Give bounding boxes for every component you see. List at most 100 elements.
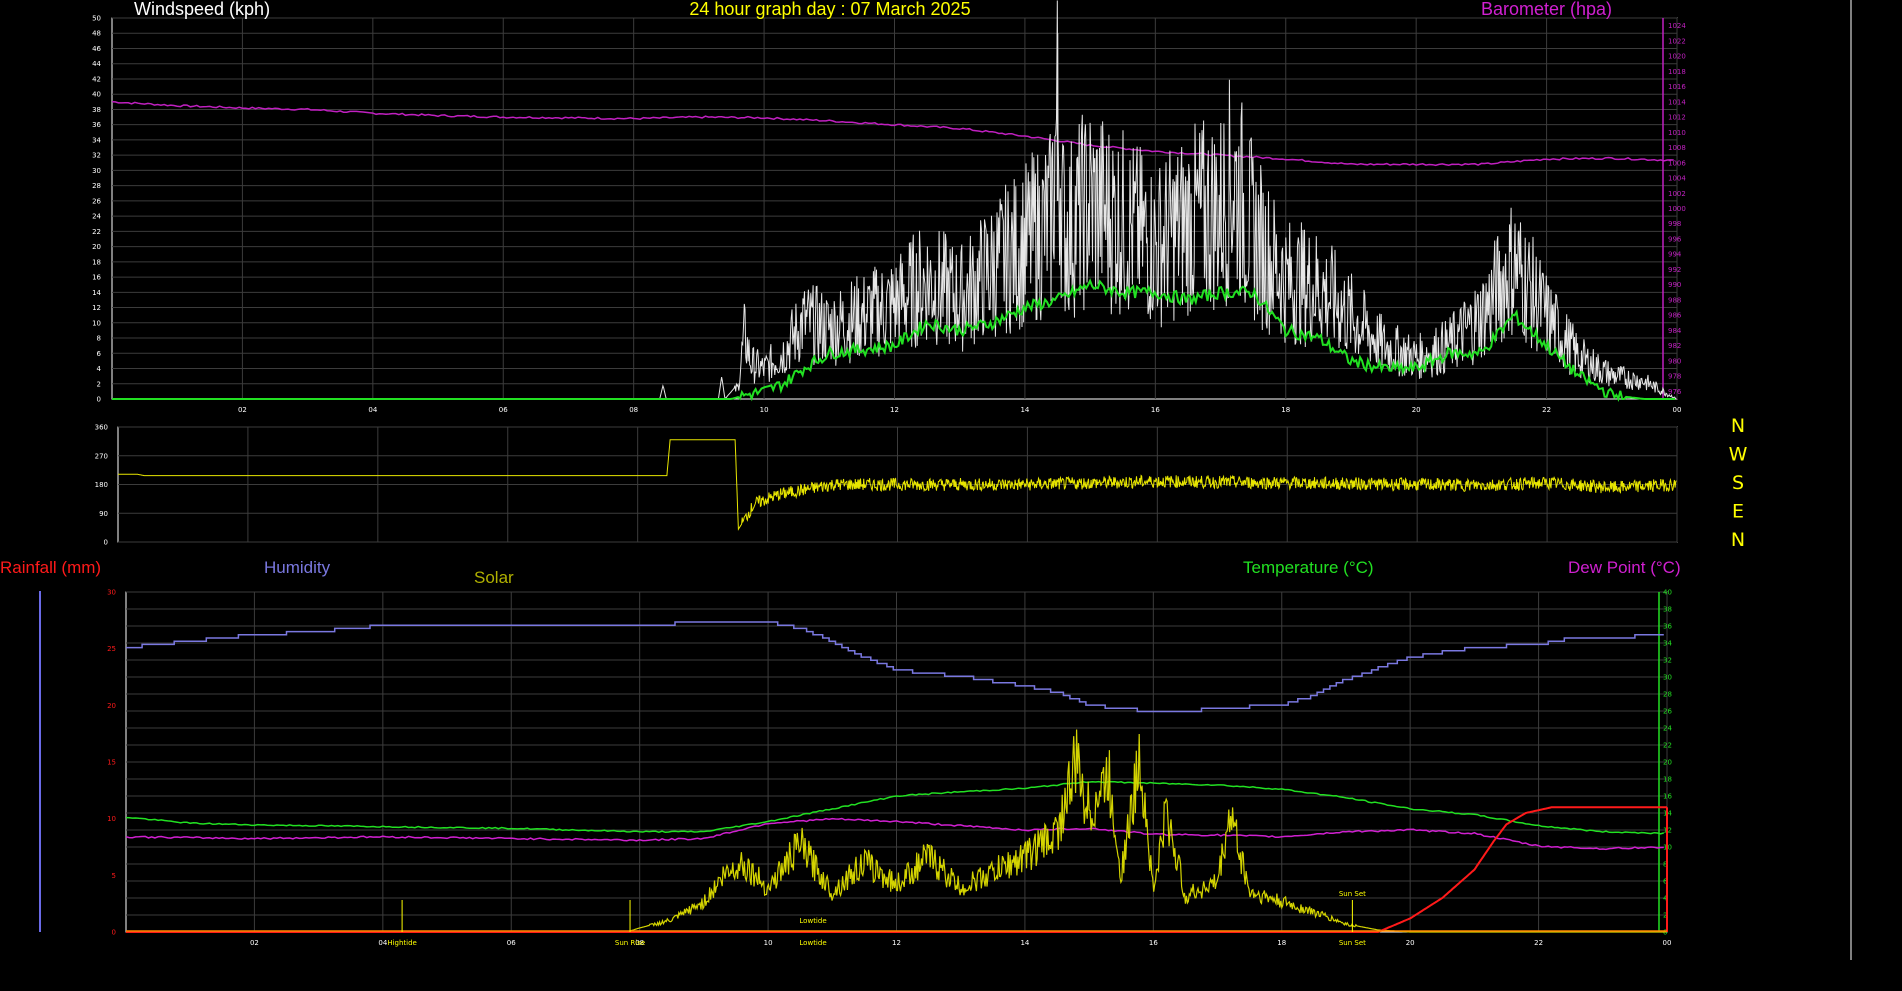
dewpoint-title: Dew Point (°C)	[1568, 558, 1681, 577]
compass-letter: N	[1731, 415, 1745, 437]
bottom-x-ticks: 02 04 06 08 10 12 14 16 18 20 22 00	[250, 939, 1672, 947]
event-label: Sun Rise	[615, 939, 645, 947]
solar-title: Solar	[474, 568, 514, 587]
tick-label: 976	[1668, 388, 1682, 396]
tick-label: 1012	[1668, 114, 1686, 122]
tick-label: 270	[95, 452, 108, 460]
tick-label: 0	[104, 539, 108, 547]
tick-label: 06	[499, 406, 508, 414]
humidity-title: Humidity	[264, 558, 331, 577]
tick-label: 986	[1668, 312, 1682, 320]
tick-label: 16	[1663, 793, 1672, 801]
tick-label: 32	[92, 152, 101, 160]
event-label: Sun Set	[1339, 939, 1366, 947]
tick-label: 1014	[1668, 98, 1686, 106]
tick-label: 22	[1542, 406, 1551, 414]
tick-label: 992	[1668, 266, 1681, 274]
tick-label: 20	[107, 702, 116, 710]
tick-label: 50	[92, 15, 101, 23]
compass-letter: E	[1732, 501, 1744, 523]
tick-label: 0	[97, 396, 101, 404]
tick-label: 360	[95, 424, 108, 432]
tick-label: 15	[107, 759, 116, 767]
tick-label: 1020	[1668, 53, 1686, 61]
tick-label: 14	[1020, 406, 1029, 414]
tick-label: 16	[1151, 406, 1160, 414]
climate-panel: 051015202530 024681012141618202224262830…	[0, 558, 1681, 947]
tick-label: 20	[1412, 406, 1421, 414]
tick-label: 1010	[1668, 129, 1686, 137]
tick-label: 00	[1663, 939, 1672, 947]
tick-label: 994	[1668, 251, 1682, 259]
tick-label: 24	[92, 213, 101, 221]
tick-label: 18	[92, 258, 101, 266]
windspeed-barometer-panel: 0246810121416182022242628303234363840424…	[92, 0, 1686, 414]
tick-label: 90	[99, 510, 108, 518]
tick-label: 996	[1668, 235, 1682, 243]
tick-label: 22	[1534, 939, 1543, 947]
wind-direction-panel: 090180270360 NWSEN	[95, 415, 1748, 551]
direction-y-ticks: 0 90 180 270 360	[95, 424, 108, 547]
tick-label: 1000	[1668, 205, 1686, 213]
tick-label: 16	[92, 274, 101, 282]
tick-label: 990	[1668, 281, 1681, 289]
tick-label: 978	[1668, 373, 1681, 381]
tick-label: 20	[1663, 759, 1672, 767]
tick-label: 30	[1663, 674, 1672, 682]
tick-label: 5	[112, 872, 116, 880]
tick-label: 22	[1663, 742, 1672, 750]
tick-label: 36	[92, 121, 101, 129]
tick-label: 38	[1663, 606, 1672, 614]
tick-label: 26	[92, 197, 101, 205]
tick-label: 10	[760, 406, 769, 414]
tick-label: 30	[107, 589, 116, 597]
tick-label: 1008	[1668, 144, 1686, 152]
tick-label: 10	[107, 815, 116, 823]
tick-label: 48	[92, 30, 101, 38]
tick-label: 18	[1277, 939, 1286, 947]
tick-label: 982	[1668, 342, 1681, 350]
temperature-title: Temperature (°C)	[1243, 558, 1374, 577]
tick-label: 180	[95, 481, 108, 489]
tick-label: 00	[1673, 406, 1682, 414]
tick-label: 1022	[1668, 37, 1686, 45]
tick-label: 1002	[1668, 190, 1686, 198]
tick-label: 04	[368, 406, 377, 414]
tick-label: 34	[92, 136, 101, 144]
tick-label: 18	[1281, 406, 1290, 414]
tick-label: 06	[507, 939, 516, 947]
tick-label: 1016	[1668, 83, 1686, 91]
tick-label: 34	[1663, 640, 1672, 648]
tick-label: 6	[97, 350, 102, 358]
tick-label: 984	[1668, 327, 1682, 335]
tick-label: 988	[1668, 296, 1681, 304]
tick-label: 08	[629, 406, 638, 414]
tick-label: 14	[92, 289, 101, 297]
tick-label: 28	[1663, 691, 1672, 699]
tick-label: 1004	[1668, 175, 1686, 183]
tick-label: 12	[890, 406, 899, 414]
tick-label: 0	[112, 929, 116, 937]
tick-label: 28	[92, 182, 101, 190]
tick-label: 42	[92, 75, 101, 83]
tick-label: 40	[1663, 589, 1672, 597]
event-label: Lowtide	[799, 917, 826, 925]
tick-label: 44	[92, 60, 101, 68]
compass-letter: W	[1729, 444, 1748, 466]
tick-label: 1018	[1668, 68, 1686, 76]
tick-label: 2	[97, 380, 101, 388]
tick-label: 10	[92, 319, 101, 327]
compass-legend: NWSEN	[1729, 415, 1748, 551]
tick-label: 02	[238, 406, 247, 414]
tick-label: 46	[92, 45, 101, 53]
tick-label: 16	[1149, 939, 1158, 947]
tick-label: 36	[1663, 623, 1672, 631]
tick-label: 25	[107, 645, 116, 653]
weather-graph-canvas: 0246810121416182022242628303234363840424…	[0, 0, 1852, 960]
tick-label: 26	[1663, 708, 1672, 716]
rainfall-title: Rainfall (mm)	[0, 558, 101, 577]
compass-letter: S	[1732, 472, 1744, 494]
tick-label: 02	[250, 939, 259, 947]
windspeed-title: Windspeed (kph)	[134, 0, 270, 19]
top-y-left-ticks: 0246810121416182022242628303234363840424…	[92, 15, 101, 404]
